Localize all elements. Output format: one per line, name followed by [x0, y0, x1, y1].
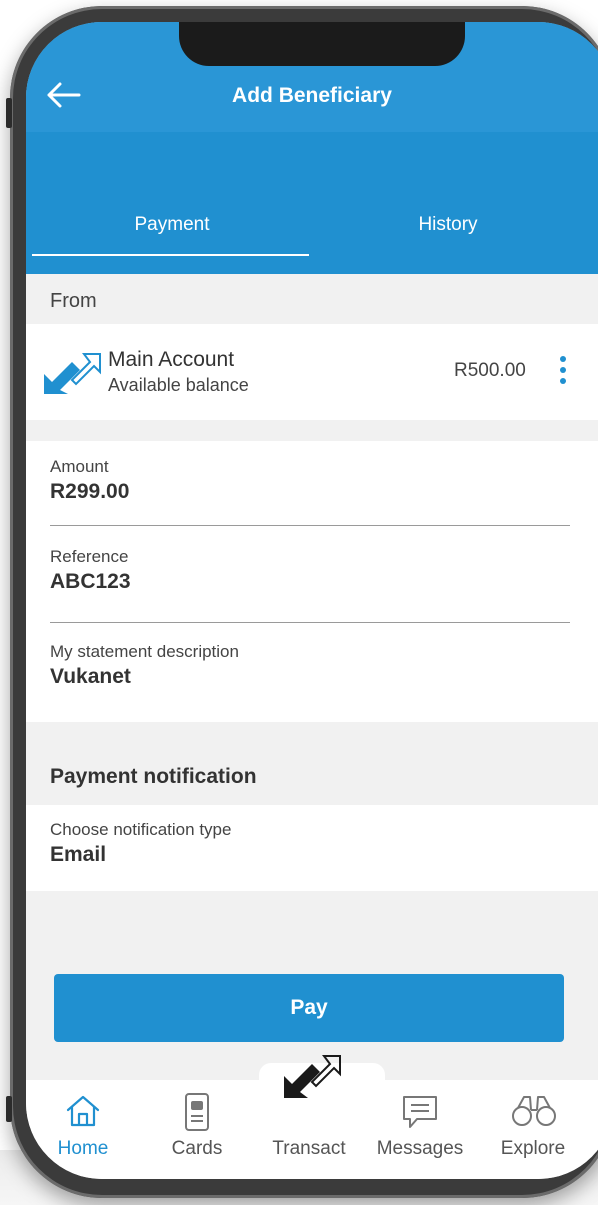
phone-side-button — [6, 98, 12, 128]
statement-description-value: Vukanet — [50, 665, 131, 688]
account-sublabel: Available balance — [108, 375, 249, 395]
more-options-icon[interactable] — [556, 356, 570, 388]
transact-icon — [284, 1055, 341, 1098]
nav-label-transact: Transact — [272, 1138, 346, 1159]
transfer-arrows-icon — [44, 353, 101, 394]
divider — [50, 525, 570, 526]
nav-label-cards: Cards — [171, 1138, 223, 1159]
phone-notch — [179, 22, 465, 66]
pay-button[interactable]: Pay — [54, 974, 564, 1042]
payment-form: Amount R299.00 Reference ABC123 My state… — [26, 441, 598, 722]
reference-field[interactable]: Reference ABC123 — [50, 547, 570, 594]
account-balance: R500.00 — [454, 360, 526, 381]
bottom-navigation: Home Cards Transact Messages Explore — [26, 1055, 598, 1179]
home-icon — [66, 1095, 100, 1127]
active-tab-indicator — [32, 254, 309, 256]
nav-item-transact[interactable]: Transact — [254, 1055, 364, 1170]
messages-icon — [403, 1096, 437, 1128]
from-section-label: From — [50, 290, 97, 312]
account-name: Main Account — [108, 348, 235, 371]
divider — [50, 622, 570, 623]
account-card[interactable]: Main Account Available balance R500.00 — [26, 324, 598, 420]
reference-label: Reference — [50, 547, 129, 566]
reference-value: ABC123 — [50, 570, 131, 593]
tab-payment[interactable]: Payment — [34, 214, 310, 236]
nav-label-explore: Explore — [500, 1138, 566, 1159]
nav-item-explore[interactable]: Explore — [478, 1080, 588, 1170]
notification-card: Choose notification type Email — [26, 805, 598, 891]
amount-value: R299.00 — [50, 480, 130, 503]
payment-notification-heading: Payment notification — [50, 765, 257, 788]
phone-side-button — [6, 1096, 12, 1122]
tab-history[interactable]: History — [310, 214, 586, 236]
nav-item-home[interactable]: Home — [28, 1080, 138, 1170]
statement-description-field[interactable]: My statement description Vukanet — [50, 642, 570, 689]
cards-icon — [185, 1093, 209, 1131]
explore-icon — [512, 1096, 556, 1126]
nav-item-cards[interactable]: Cards — [142, 1080, 252, 1170]
notification-type-label: Choose notification type — [50, 820, 232, 839]
nav-label-home: Home — [57, 1138, 109, 1159]
phone-screen: Add Beneficiary Payment History From Mai… — [26, 22, 598, 1179]
page-title: Add Beneficiary — [232, 84, 392, 107]
statement-description-label: My statement description — [50, 642, 239, 661]
nav-item-messages[interactable]: Messages — [365, 1080, 475, 1170]
amount-field[interactable]: Amount R299.00 — [50, 457, 570, 504]
notification-type-value: Email — [50, 843, 107, 866]
amount-label: Amount — [50, 457, 109, 476]
notification-type-field[interactable]: Choose notification type Email — [50, 820, 570, 867]
nav-label-messages: Messages — [376, 1138, 464, 1159]
